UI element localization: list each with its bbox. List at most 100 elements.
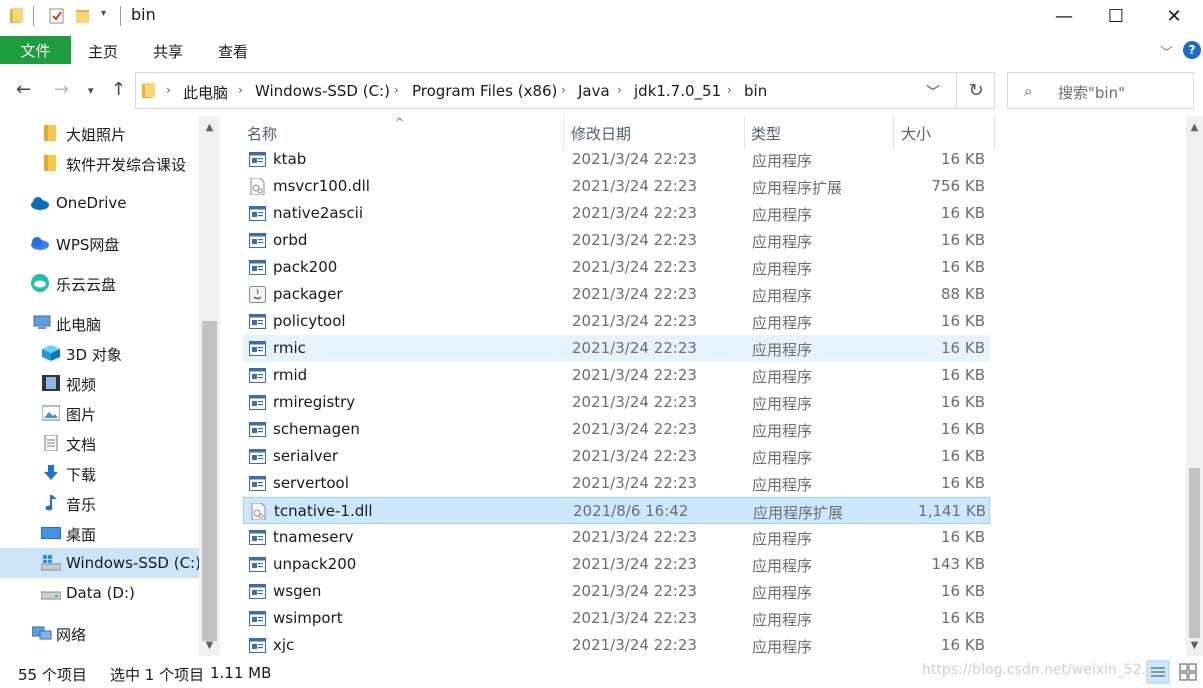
file-row[interactable]: ktab 2021/3/24 22:23 应用程序 16 KB	[243, 146, 990, 173]
sidebar-item-wps-drive[interactable]: WPS网盘	[0, 228, 199, 258]
file-row[interactable]: serialver 2021/3/24 22:23 应用程序 16 KB	[243, 443, 990, 470]
column-divider[interactable]	[744, 116, 745, 150]
recent-locations-chevron-icon[interactable]: ▾	[88, 84, 94, 97]
sidebar-item-music[interactable]: 音乐	[0, 488, 199, 518]
help-icon[interactable]: ?	[1183, 41, 1201, 59]
file-type: 应用程序	[752, 530, 813, 548]
sidebar-item-this-pc[interactable]: 此电脑	[0, 308, 199, 338]
column-header-name[interactable]: 名称	[243, 116, 563, 150]
minimize-button[interactable]: —	[1041, 0, 1087, 32]
breadcrumb-bin[interactable]: bin	[744, 82, 767, 100]
file-date: 2021/3/24 22:23	[572, 447, 697, 465]
leyun-cloud-icon	[31, 274, 49, 292]
sidebar-item-label: Data (D:)	[66, 584, 135, 602]
file-size: 88 KB	[941, 285, 985, 303]
file-row[interactable]: native2ascii 2021/3/24 22:23 应用程序 16 KB	[243, 200, 990, 227]
file-row[interactable]: tnameserv 2021/3/24 22:23 应用程序 16 KB	[243, 524, 990, 551]
pictures-icon	[42, 405, 60, 421]
forward-arrow-icon[interactable]: →	[54, 79, 69, 100]
file-date: 2021/3/24 22:23	[572, 150, 697, 168]
sidebar-scrollbar-thumb[interactable]	[202, 321, 217, 641]
column-divider[interactable]	[563, 116, 564, 150]
column-header-size[interactable]: 大小	[897, 116, 993, 150]
new-folder-icon[interactable]	[76, 8, 90, 24]
close-button[interactable]: ✕	[1151, 0, 1197, 32]
file-size: 16 KB	[941, 366, 985, 384]
sidebar-item-dajie-photos[interactable]: 大姐照片	[0, 118, 199, 148]
exe-icon	[249, 638, 266, 653]
sidebar-item-network[interactable]: 网络	[0, 618, 199, 648]
sidebar-item-downloads[interactable]: 下载	[0, 458, 199, 488]
file-list: ^ 名称 修改日期 类型 大小 ktab 2021/3/24 22:23 应用程序 1…	[243, 116, 1188, 656]
file-row[interactable]: tcnative-1.dll 2021/8/6 16:42 应用程序扩展 1,141 …	[243, 497, 990, 524]
tab-file[interactable]: 文件	[0, 36, 71, 64]
file-type: 应用程序	[752, 152, 813, 170]
file-size: 16 KB	[941, 474, 985, 492]
sidebar-item-videos[interactable]: 视频	[0, 368, 199, 398]
maximize-button[interactable]: ☐	[1093, 0, 1139, 32]
properties-icon[interactable]	[48, 7, 66, 25]
file-row[interactable]: rmid 2021/3/24 22:23 应用程序 16 KB	[243, 362, 990, 389]
file-row[interactable]: packager 2021/3/24 22:23 应用程序 88 KB	[243, 281, 990, 308]
back-arrow-icon[interactable]: ←	[16, 79, 31, 100]
column-divider[interactable]	[893, 116, 894, 150]
file-row[interactable]: policytool 2021/3/24 22:23 应用程序 16 KB	[243, 308, 990, 335]
details-view-icon[interactable]	[1146, 660, 1170, 684]
address-bar[interactable]: › 此电脑 › Windows-SSD (C:) › Program Files…	[135, 72, 995, 109]
file-row[interactable]: xjc 2021/3/24 22:23 应用程序 16 KB	[243, 632, 990, 659]
address-history-chevron-icon[interactable]: ﹀	[926, 82, 940, 102]
file-row[interactable]: pack200 2021/3/24 22:23 应用程序 16 KB	[243, 254, 990, 281]
file-row[interactable]: orbd 2021/3/24 22:23 应用程序 16 KB	[243, 227, 990, 254]
breadcrumb-program-files[interactable]: Program Files (x86)	[412, 82, 557, 100]
file-date: 2021/3/24 22:23	[572, 474, 697, 492]
file-list-scrollbar[interactable]: ▲ ▼	[1186, 116, 1203, 656]
breadcrumb-this-pc[interactable]: 此电脑	[183, 82, 228, 103]
refresh-icon[interactable]: ↻	[956, 73, 995, 108]
sidebar-item-software-dev-project[interactable]: 软件开发综合课设	[0, 148, 199, 178]
sidebar-scrollbar[interactable]: ▲ ▼	[199, 116, 220, 656]
sidebar-item-windows-ssd[interactable]: Windows-SSD (C:)	[0, 548, 201, 578]
column-header-date[interactable]: 修改日期	[567, 116, 743, 150]
scroll-up-icon[interactable]: ▲	[1186, 122, 1203, 133]
customize-quick-access-icon[interactable]: ▾	[101, 8, 106, 19]
search-box[interactable]: ⌕ 搜索"bin"	[1007, 72, 1194, 109]
sidebar-item-documents[interactable]: 文档	[0, 428, 199, 458]
sidebar-item-data-drive[interactable]: Data (D:)	[0, 578, 199, 608]
sidebar-item-label: 软件开发综合课设	[66, 156, 187, 174]
file-row[interactable]: rmic 2021/3/24 22:23 应用程序 16 KB	[243, 335, 990, 362]
large-icons-view-icon[interactable]	[1176, 660, 1200, 684]
breadcrumb-java[interactable]: Java	[578, 82, 610, 100]
exe-icon	[249, 557, 266, 572]
tab-view[interactable]: 查看	[218, 41, 248, 62]
file-row[interactable]: msvcr100.dll 2021/3/24 22:23 应用程序扩展 756 KB	[243, 173, 990, 200]
tab-share[interactable]: 共享	[153, 41, 183, 62]
java-icon	[249, 286, 266, 303]
file-row[interactable]: wsgen 2021/3/24 22:23 应用程序 16 KB	[243, 578, 990, 605]
file-row[interactable]: rmiregistry 2021/3/24 22:23 应用程序 16 KB	[243, 389, 990, 416]
file-row[interactable]: unpack200 2021/3/24 22:23 应用程序 143 KB	[243, 551, 990, 578]
file-type: 应用程序	[752, 557, 813, 575]
sidebar-item-pictures[interactable]: 图片	[0, 398, 199, 428]
file-date: 2021/3/24 22:23	[572, 528, 697, 546]
sidebar-item-3d-objects[interactable]: 3D 对象	[0, 338, 199, 368]
file-list-scrollbar-thumb[interactable]	[1189, 468, 1200, 638]
breadcrumb-windows-ssd[interactable]: Windows-SSD (C:)	[255, 82, 390, 100]
column-divider[interactable]	[994, 116, 995, 150]
sidebar-item-leyun-drive[interactable]: 乐云云盘	[0, 268, 199, 298]
exe-icon	[249, 368, 266, 383]
column-header-type[interactable]: 类型	[747, 116, 893, 150]
scroll-down-icon[interactable]: ▼	[199, 640, 220, 651]
file-row[interactable]: schemagen 2021/3/24 22:23 应用程序 16 KB	[243, 416, 990, 443]
tab-home[interactable]: 主页	[88, 41, 118, 62]
chevron-down-icon[interactable]: ﹀	[1160, 42, 1173, 61]
breadcrumb-jdk[interactable]: jdk1.7.0_51	[634, 82, 721, 100]
scroll-up-icon[interactable]: ▲	[199, 122, 220, 133]
file-type: 应用程序扩展	[752, 179, 843, 197]
scroll-down-icon[interactable]: ▼	[1186, 640, 1203, 651]
sidebar-item-desktop[interactable]: 桌面	[0, 518, 199, 548]
file-row[interactable]: wsimport 2021/3/24 22:23 应用程序 16 KB	[243, 605, 990, 632]
file-row[interactable]: servertool 2021/3/24 22:23 应用程序 16 KB	[243, 470, 990, 497]
up-arrow-icon[interactable]: ↑	[111, 79, 126, 100]
sidebar-item-onedrive[interactable]: OneDrive	[0, 188, 199, 218]
file-type: 应用程序	[752, 584, 813, 602]
